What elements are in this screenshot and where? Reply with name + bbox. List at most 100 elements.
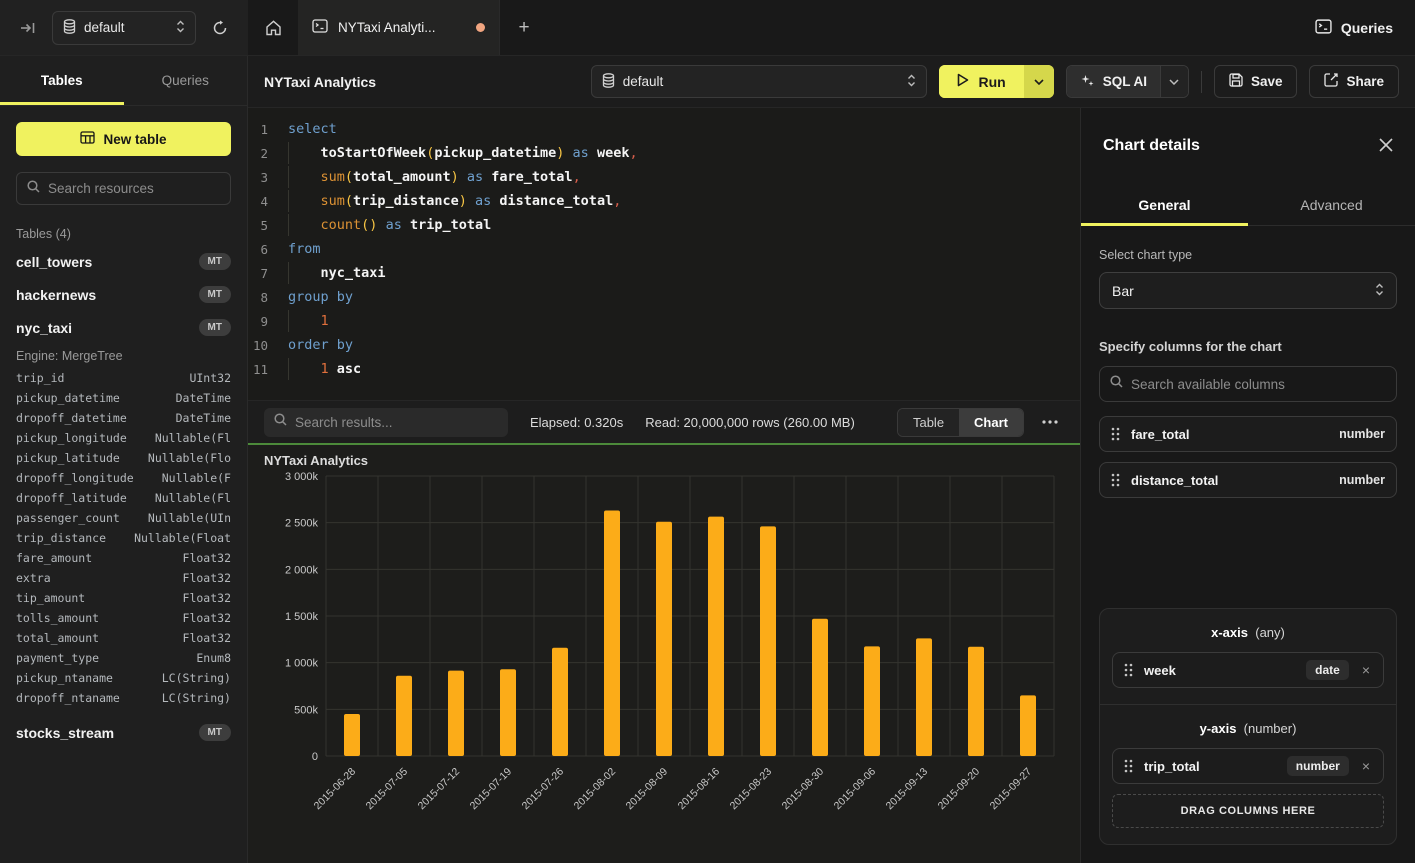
column-row: payment_typeEnum8 <box>16 648 231 668</box>
table-row-hackernews[interactable]: hackernewsMT <box>16 278 231 311</box>
details-tab-general[interactable]: General <box>1081 184 1248 225</box>
table-list: cell_towersMThackernewsMTnyc_taxiMTEngin… <box>16 245 231 749</box>
sparkles-icon <box>1080 73 1095 91</box>
chip-name: trip_total <box>1144 759 1276 774</box>
run-button[interactable]: Run <box>939 65 1023 98</box>
chart-bar <box>968 647 984 756</box>
svg-text:1 000k: 1 000k <box>285 658 319 670</box>
home-icon[interactable] <box>248 0 298 55</box>
drag-handle-icon[interactable] <box>1111 473 1120 487</box>
columns-section-label: Specify columns for the chart <box>1099 339 1397 354</box>
column-row: dropoff_ntanameLC(String) <box>16 688 231 708</box>
run-button-label: Run <box>978 74 1005 90</box>
sql-ai-label: SQL AI <box>1103 74 1147 89</box>
app-window: default <box>0 0 1415 863</box>
drag-handle-icon[interactable] <box>1124 663 1133 677</box>
query-database-selector[interactable]: default <box>591 65 928 98</box>
sql-editor[interactable]: 1select2 toStartOfWeek(pickup_datetime) … <box>248 108 1080 400</box>
sidebar-tab-queries[interactable]: Queries <box>124 56 248 105</box>
toolbar-divider <box>1201 71 1202 93</box>
code-line: 1select <box>248 117 1080 141</box>
collapse-sidebar-icon[interactable] <box>14 15 42 41</box>
chip-type-badge: number <box>1339 473 1385 487</box>
chip-name: distance_total <box>1131 473 1328 488</box>
column-row: dropoff_latitudeNullable(Fl <box>16 488 231 508</box>
bar-chart-svg: 0500k1 000k1 500k2 000k2 500k3 000k2015-… <box>264 468 1072 852</box>
chart-bar <box>864 646 880 756</box>
column-row: extraFloat32 <box>16 568 231 588</box>
read-stat: Read: 20,000,000 rows (260.00 MB) <box>645 415 855 430</box>
save-icon <box>1229 73 1243 90</box>
column-chip-trip_total[interactable]: trip_total number × <box>1112 748 1384 784</box>
line-number: 11 <box>248 362 282 377</box>
chip-type-badge: number <box>1287 756 1349 776</box>
resource-search-input[interactable] <box>48 181 220 196</box>
columns-search-input[interactable] <box>1131 377 1386 392</box>
sidebar-tab-tables[interactable]: Tables <box>0 56 124 105</box>
column-row: pickup_longitudeNullable(Fl <box>16 428 231 448</box>
code-line: 2 toStartOfWeek(pickup_datetime) as week… <box>248 141 1080 165</box>
column-chip-week[interactable]: weekdate× <box>1112 652 1384 688</box>
code-line: 3 sum(total_amount) as fare_total, <box>248 165 1080 189</box>
chart-details-body: Select chart type Bar Specify columns fo… <box>1081 226 1415 863</box>
tab-nytaxi-analytics[interactable]: NYTaxi Analyti... <box>298 0 500 55</box>
chart-details-header: Chart details <box>1081 108 1415 184</box>
column-row: pickup_ntanameLC(String) <box>16 668 231 688</box>
chart-bar <box>500 669 516 756</box>
elapsed-stat: Elapsed: 0.320s <box>530 415 623 430</box>
chart-type-select[interactable]: Bar <box>1099 272 1397 309</box>
queries-button[interactable]: Queries <box>1315 19 1393 37</box>
x-axis-tick-label: 2015-08-02 <box>572 766 619 813</box>
close-icon[interactable] <box>1379 137 1393 156</box>
details-tab-advanced[interactable]: Advanced <box>1248 184 1415 225</box>
search-icon <box>1110 375 1123 393</box>
chart-bar <box>396 676 412 756</box>
table-row-stocks_stream[interactable]: stocks_streamMT <box>16 716 231 749</box>
x-axis-tick-label: 2015-09-06 <box>832 766 879 813</box>
main-area: NYTaxi Analytics default <box>248 56 1415 863</box>
save-button[interactable]: Save <box>1214 65 1298 98</box>
column-chip-fare_total[interactable]: fare_totalnumber <box>1099 416 1397 452</box>
line-number: 7 <box>248 266 282 281</box>
table-grid-icon <box>80 131 95 147</box>
chart-bar <box>760 526 776 756</box>
new-tab-button[interactable]: + <box>500 0 548 55</box>
save-label: Save <box>1251 74 1283 89</box>
run-options-chevron[interactable] <box>1024 65 1054 98</box>
chevron-updown-icon <box>176 20 185 36</box>
bar-chart: 0500k1 000k1 500k2 000k2 500k3 000k2015-… <box>264 468 1072 857</box>
table-row-cell_towers[interactable]: cell_towersMT <box>16 245 231 278</box>
table-chart-toggle: TableChart <box>897 408 1024 437</box>
drag-columns-dropzone[interactable]: DRAG COLUMNS HERE <box>1112 794 1384 828</box>
chart-bar <box>656 522 672 756</box>
refresh-icon[interactable] <box>206 14 234 42</box>
sql-ai-button[interactable]: SQL AI <box>1067 66 1160 97</box>
view-toggle-chart[interactable]: Chart <box>959 409 1023 436</box>
x-axis-tick-label: 2015-09-13 <box>884 766 931 813</box>
column-row: passenger_countNullable(UIn <box>16 508 231 528</box>
table-name: stocks_stream <box>16 725 199 741</box>
results-search-input[interactable] <box>295 415 498 430</box>
remove-chip-icon[interactable]: × <box>1360 663 1372 677</box>
line-number: 10 <box>248 338 282 353</box>
sql-ai-chevron[interactable] <box>1160 66 1188 97</box>
x-axis-section: x-axis (any) weekdate× <box>1100 609 1396 704</box>
drag-handle-icon[interactable] <box>1124 759 1133 773</box>
chart-bar <box>604 511 620 756</box>
tab-strip: NYTaxi Analyti... + <box>248 0 1293 55</box>
available-columns-list: fare_totalnumber distance_total number <box>1099 416 1397 498</box>
column-list: trip_idUInt32pickup_datetimeDateTimedrop… <box>16 368 231 708</box>
view-toggle-table[interactable]: Table <box>898 409 959 436</box>
share-button[interactable]: Share <box>1309 65 1399 98</box>
drag-handle-icon[interactable] <box>1111 427 1120 441</box>
database-selector[interactable]: default <box>52 11 196 45</box>
x-axis-label: x-axis (any) <box>1112 613 1384 652</box>
remove-chip-icon[interactable]: × <box>1360 759 1372 773</box>
search-icon <box>27 180 40 198</box>
svg-text:2 500k: 2 500k <box>285 518 319 530</box>
column-chip-distance_total[interactable]: distance_total number <box>1099 462 1397 498</box>
x-axis-tick-label: 2015-09-27 <box>988 766 1035 813</box>
new-table-button[interactable]: New table <box>16 122 231 156</box>
more-options-icon[interactable] <box>1036 414 1064 430</box>
table-row-nyc_taxi[interactable]: nyc_taxiMT <box>16 311 231 344</box>
